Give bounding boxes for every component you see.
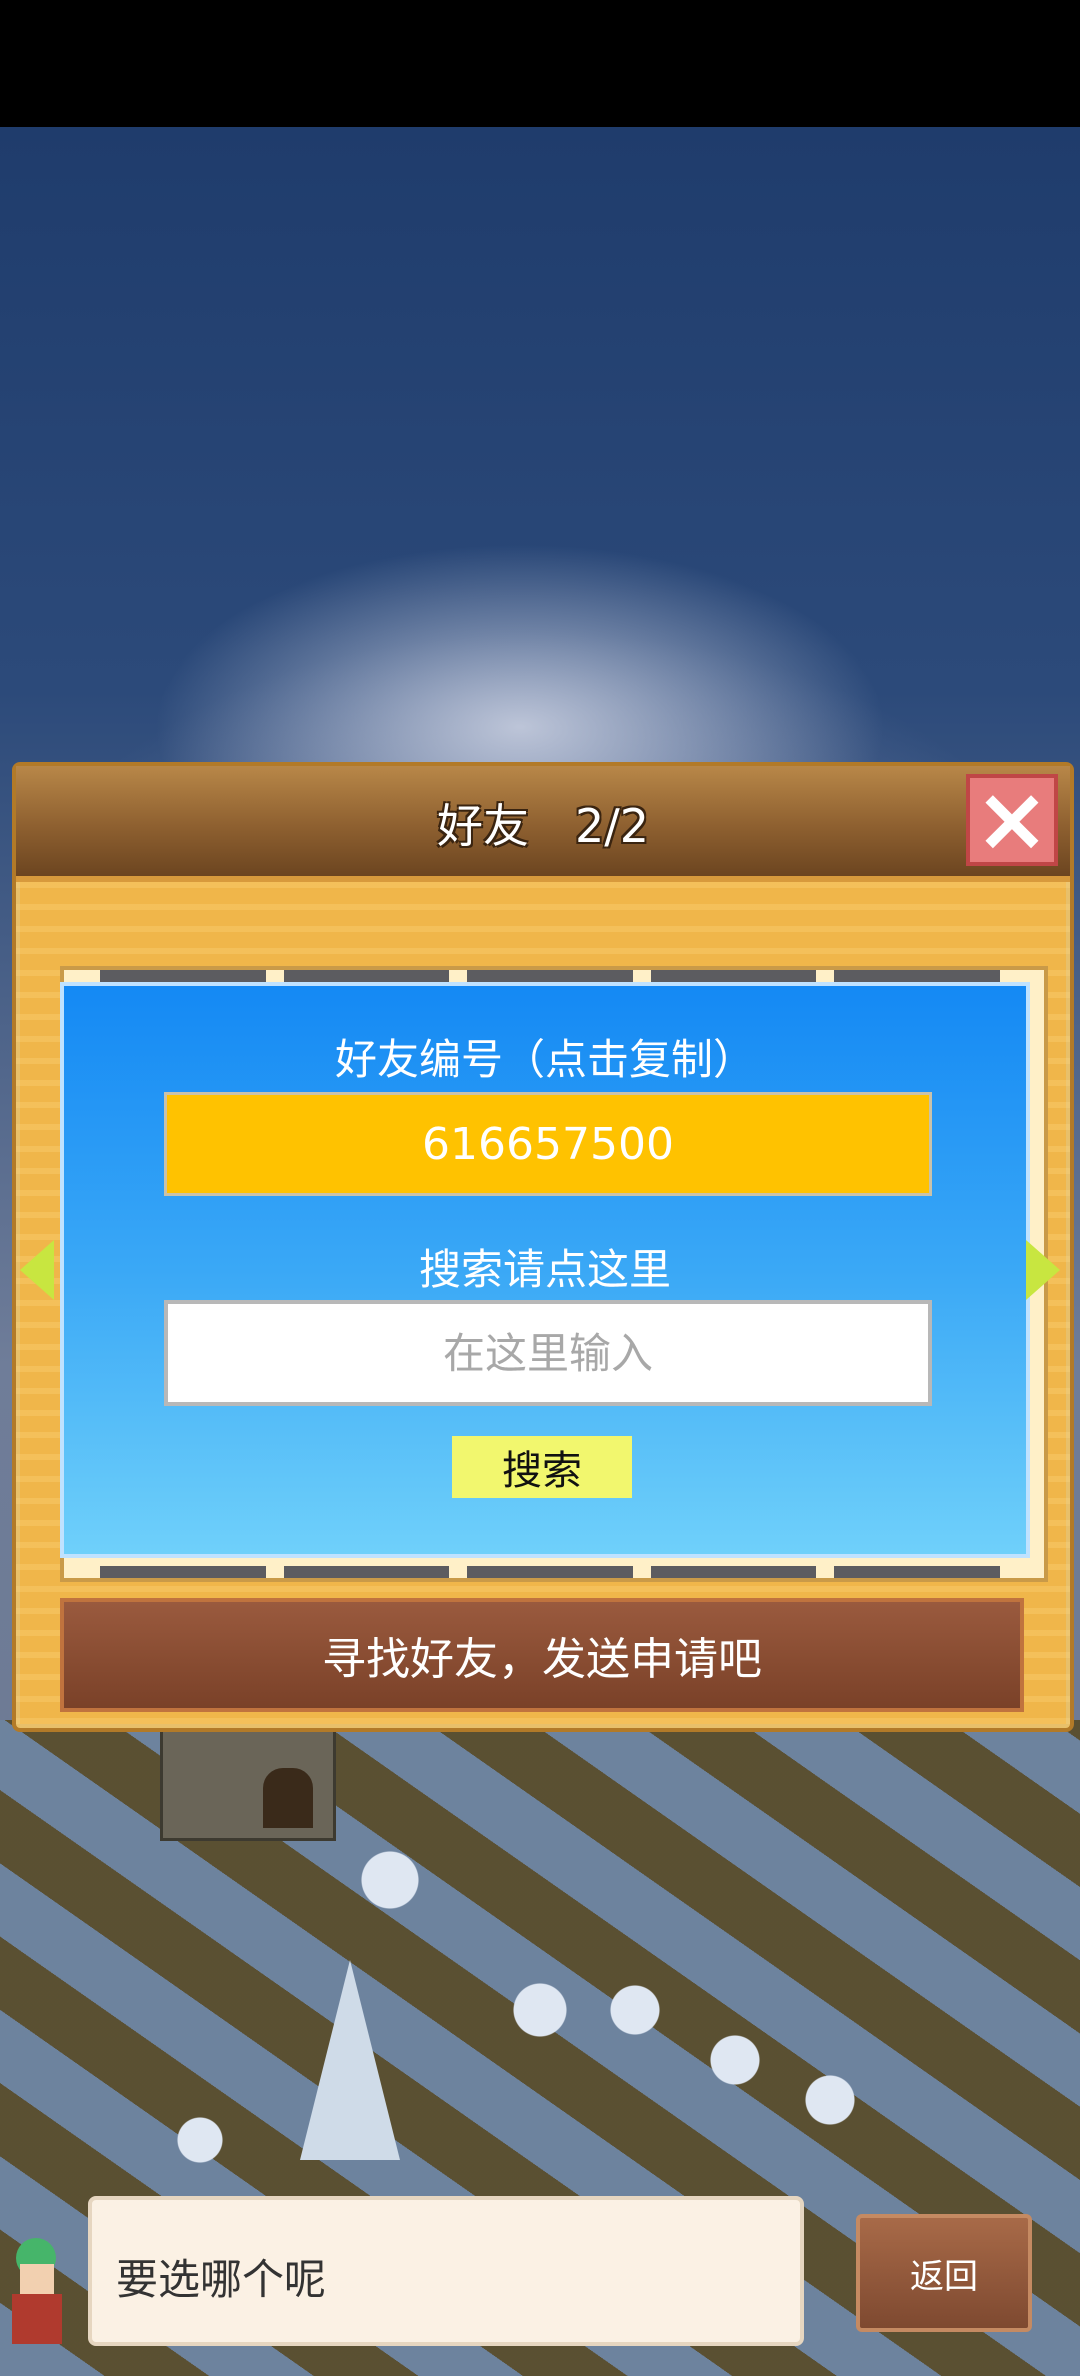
find-friend-button[interactable]: 寻找好友，发送申请吧 [60,1598,1024,1712]
friend-id-copy-button[interactable]: 616657500 [164,1092,932,1196]
friend-id-label: 好友编号（点击复制） [334,1035,755,1084]
triangle-left-icon[interactable] [20,1240,54,1300]
castle-building [160,1725,336,1841]
friend-search-panel: 好友编号（点击复制） 616657500 搜索请点这里 搜索 [60,982,1030,1558]
strip-segment [100,970,266,982]
dialog-header: 好友 2/2 × [16,766,1070,882]
card-strip-top [100,970,1000,982]
strip-segment [467,970,633,982]
castle-door [263,1768,313,1828]
search-hint: 搜索请点这里 [418,1245,671,1294]
strip-segment [650,1566,817,1578]
strip-segment [650,970,817,982]
close-icon: × [974,767,1050,872]
speech-bubble: 要选哪个呢 [88,2196,804,2346]
avatar-body [12,2294,62,2344]
search-button[interactable]: 搜索 [452,1436,632,1498]
dialog-title: 好友 2/2 [436,799,650,853]
advisor-avatar [0,2230,80,2350]
strip-segment [834,970,1000,982]
triangle-right-icon[interactable] [1026,1240,1060,1300]
strip-segment [467,1566,633,1578]
snowy-tree [300,1960,400,2160]
strip-segment [283,1566,450,1578]
back-button[interactable]: 返回 [856,2214,1032,2332]
status-bar [0,0,1080,127]
card-strip-bottom [100,1566,1000,1578]
strip-segment [100,1566,266,1578]
strip-segment [283,970,450,982]
friends-dialog: 好友 2/2 × 好友编号（点击复制） 616657500 搜索请点这里 搜索 … [12,762,1074,1732]
speech-text: 要选哪个呢 [116,2255,327,2304]
close-button[interactable]: × [966,774,1058,866]
friend-search-input[interactable] [164,1300,932,1406]
strip-segment [834,1566,1000,1578]
avatar-face [20,2264,54,2294]
